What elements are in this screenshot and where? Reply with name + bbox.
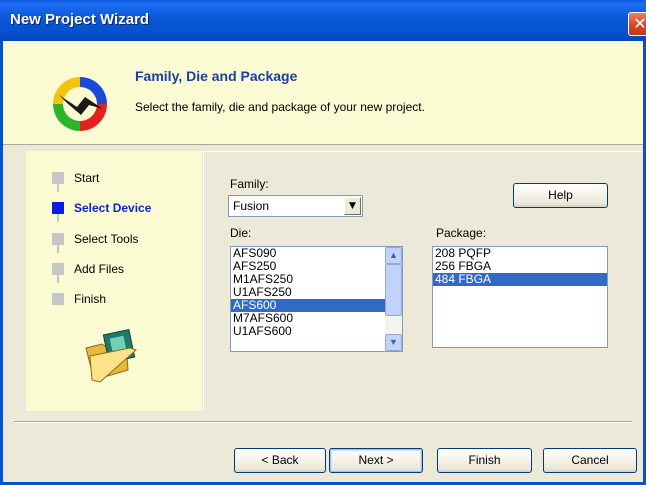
die-list-item[interactable]: U1AFS600: [231, 325, 402, 338]
title-bar[interactable]: New Project Wizard: [0, 0, 646, 41]
scroll-thumb[interactable]: [385, 264, 402, 316]
die-scrollbar[interactable]: ▲ ▼: [385, 247, 402, 351]
page-title: Family, Die and Package: [135, 68, 298, 84]
step-marker: [52, 172, 64, 184]
package-listbox[interactable]: 208 PQFP 256 FBGA 484 FBGA: [432, 246, 608, 348]
wizard-arrows-icon: [53, 77, 107, 131]
step-marker: [52, 263, 64, 275]
family-value: Fusion: [233, 199, 270, 213]
wizard-header: Family, Die and Package Select the famil…: [3, 41, 643, 145]
folder-icon: [85, 329, 137, 383]
close-icon: ✕: [633, 14, 646, 33]
window-title: New Project Wizard: [10, 11, 150, 28]
step-marker: [52, 233, 64, 245]
separator: [14, 421, 632, 423]
die-label: Die:: [230, 226, 252, 240]
package-items: 208 PQFP 256 FBGA 484 FBGA: [433, 247, 607, 286]
chevron-down-icon[interactable]: ▼: [385, 334, 402, 351]
family-dropdown[interactable]: Fusion ▼: [228, 195, 363, 217]
step-label: Start: [74, 171, 100, 185]
close-button[interactable]: ✕: [628, 12, 646, 36]
steps-panel: Start Select Device Select Tools Add Fil…: [26, 151, 202, 411]
step-label: Add Files: [74, 262, 125, 276]
package-list-item[interactable]: 484 FBGA: [433, 273, 607, 286]
step-label: Finish: [74, 292, 107, 306]
die-listbox[interactable]: AFS090 AFS250 M1AFS250 U1AFS250 AFS600 M7AFS6…: [230, 246, 403, 352]
step-label: Select Device: [74, 201, 152, 215]
back-button[interactable]: < Back: [234, 448, 326, 473]
next-button[interactable]: Next >: [329, 448, 423, 473]
die-items: AFS090 AFS250 M1AFS250 U1AFS250 AFS600 M7AFS6…: [231, 247, 402, 338]
help-button[interactable]: Help: [513, 183, 608, 208]
finish-button[interactable]: Finish: [437, 448, 532, 473]
step-label: Select Tools: [74, 232, 139, 246]
package-label: Package:: [436, 226, 487, 240]
step-marker-active: [52, 202, 64, 214]
cancel-button[interactable]: Cancel: [543, 448, 637, 473]
step-marker: [52, 293, 64, 305]
family-label: Family:: [230, 177, 269, 191]
chevron-up-icon[interactable]: ▲: [385, 247, 402, 264]
page-subtitle: Select the family, die and package of yo…: [135, 100, 425, 114]
chevron-down-icon[interactable]: ▼: [344, 197, 361, 215]
